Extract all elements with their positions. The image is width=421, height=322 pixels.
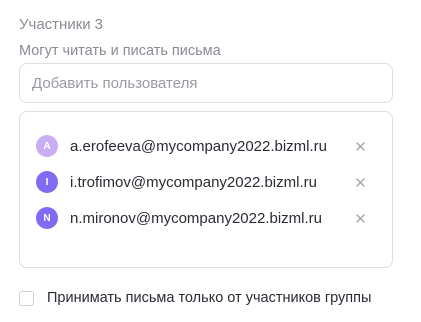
permission-label: Могут читать и писать письма xyxy=(19,43,221,59)
members-section-title: Участники 3 xyxy=(19,16,103,33)
members-list: A a.erofeeva@mycompany2022.bizml.ru I i.… xyxy=(19,111,393,268)
accept-only-members-checkbox[interactable] xyxy=(19,290,34,306)
remove-member-button[interactable] xyxy=(353,139,367,153)
member-item: I i.trofimov@mycompany2022.bizml.ru xyxy=(36,170,317,194)
accept-only-members-label[interactable]: Принимать письма только от участников гр… xyxy=(47,290,371,306)
member-email: a.erofeeva@mycompany2022.bizml.ru xyxy=(70,137,328,155)
member-avatar: I xyxy=(36,171,58,193)
member-avatar: A xyxy=(36,135,58,157)
close-icon xyxy=(355,141,365,151)
member-item: A a.erofeeva@mycompany2022.bizml.ru xyxy=(36,134,327,158)
close-icon xyxy=(355,213,365,223)
close-icon xyxy=(355,177,365,187)
members-count: 3 xyxy=(94,16,104,33)
add-user-input[interactable] xyxy=(19,63,393,103)
member-email: i.trofimov@mycompany2022.bizml.ru xyxy=(70,173,317,191)
remove-member-button[interactable] xyxy=(353,175,367,189)
accept-only-members-option: Принимать письма только от участников гр… xyxy=(19,289,371,307)
member-avatar: N xyxy=(36,207,58,229)
member-email: n.mironov@mycompany2022.bizml.ru xyxy=(70,209,322,227)
member-item: N n.mironov@mycompany2022.bizml.ru xyxy=(36,206,322,230)
members-title-text: Участники xyxy=(19,16,91,33)
remove-member-button[interactable] xyxy=(353,211,367,225)
